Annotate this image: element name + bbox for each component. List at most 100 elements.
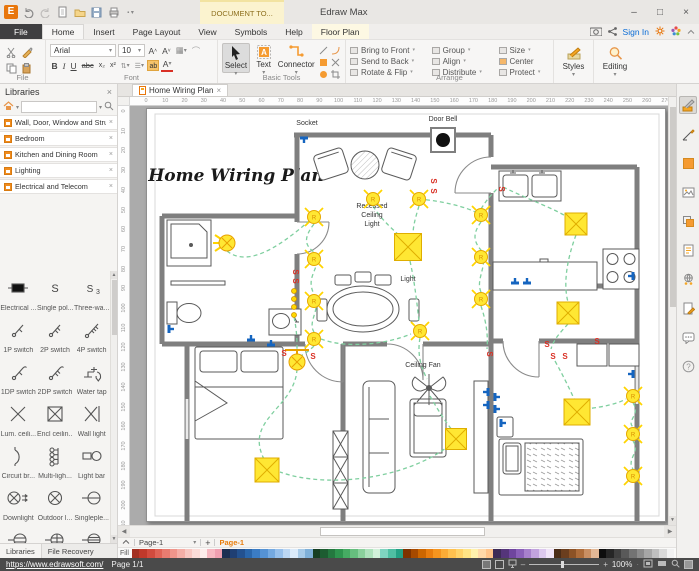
tab-libraries[interactable]: Libraries	[0, 544, 42, 558]
socket-symbol[interactable]	[168, 325, 175, 333]
recessed-light-symbol[interactable]: R	[624, 425, 642, 443]
fill-swatch[interactable]	[245, 549, 253, 558]
shrink-font-icon[interactable]: A˅	[161, 44, 173, 57]
line-spacing-icon[interactable]: ⇅▾	[119, 59, 131, 72]
fill-swatch[interactable]	[260, 549, 268, 558]
fill-swatch[interactable]	[155, 549, 163, 558]
ceiling-light-symbol[interactable]	[255, 458, 279, 482]
search-icon[interactable]	[104, 101, 114, 113]
socket-label[interactable]: Socket	[296, 120, 317, 127]
furniture[interactable]	[167, 147, 639, 509]
library-close-icon[interactable]: ×	[109, 183, 113, 190]
fill-swatch[interactable]	[207, 549, 215, 558]
fill-swatch[interactable]	[591, 549, 599, 558]
symbol-encl[interactable]: Encl ceilin...	[37, 397, 74, 439]
fill-swatch[interactable]	[200, 549, 208, 558]
fill-swatch[interactable]	[569, 549, 577, 558]
fill-swatch[interactable]	[667, 549, 675, 558]
styles-button[interactable]: Styles▾	[558, 43, 589, 78]
fill-swatch[interactable]	[524, 549, 532, 558]
drawing-viewport[interactable]: Home Wiring Plan	[130, 106, 668, 525]
fill-swatch[interactable]	[448, 549, 456, 558]
fill-swatch[interactable]	[637, 549, 645, 558]
snapshot-icon[interactable]	[590, 27, 602, 38]
horizontal-scrollbar-thumb[interactable]	[320, 527, 485, 536]
open-folder-icon[interactable]	[73, 6, 86, 19]
fill-swatch[interactable]	[230, 549, 238, 558]
fill-panel-icon[interactable]	[679, 154, 697, 172]
library-home-icon[interactable]	[3, 101, 14, 113]
light-label[interactable]: Light	[400, 276, 415, 283]
edraw-logo-icon[interactable]: E	[4, 5, 18, 19]
full-screen-icon[interactable]	[684, 560, 693, 569]
fill-swatch[interactable]	[531, 549, 539, 558]
more-commands-icon[interactable]: ▪ ▾	[124, 6, 137, 19]
library-search-input[interactable]	[21, 101, 97, 113]
recessed-light-symbol[interactable]: R	[472, 248, 490, 266]
library-close-icon[interactable]: ×	[109, 119, 113, 126]
fill-swatch[interactable]	[471, 549, 479, 558]
fill-swatch[interactable]	[252, 549, 260, 558]
bold-button[interactable]: B	[50, 59, 59, 72]
fill-swatch[interactable]	[659, 549, 667, 558]
fill-swatch[interactable]	[652, 549, 660, 558]
minimize-button[interactable]: –	[621, 0, 647, 24]
tab-file-recovery[interactable]: File Recovery	[42, 544, 100, 558]
switch-symbol[interactable]: S	[497, 186, 506, 192]
maximize-button[interactable]: □	[647, 0, 673, 24]
zoom-out-icon[interactable]: –	[521, 560, 525, 569]
fill-swatch[interactable]	[305, 549, 313, 558]
socket-symbol[interactable]	[494, 393, 501, 401]
socket-symbol[interactable]	[628, 370, 635, 378]
library-close-icon[interactable]: ×	[109, 151, 113, 158]
fill-swatch[interactable]	[298, 549, 306, 558]
fill-swatch[interactable]	[411, 549, 419, 558]
document-edit-panel-icon[interactable]	[679, 299, 697, 317]
fill-swatch[interactable]	[268, 549, 276, 558]
fill-swatch[interactable]	[373, 549, 381, 558]
recessed-light-symbol[interactable]: R	[305, 292, 323, 310]
symbol-dduplex[interactable]: Double D...	[37, 523, 74, 543]
zoom-in-icon[interactable]: +	[603, 560, 608, 569]
fill-swatch[interactable]	[584, 549, 592, 558]
pendant-lamp-hall[interactable]	[285, 350, 309, 370]
underline-button[interactable]: U	[69, 59, 78, 72]
fill-swatch[interactable]	[599, 549, 607, 558]
recessed-light-symbol[interactable]: R	[305, 250, 323, 268]
ceiling-light-symbol[interactable]	[557, 302, 579, 324]
symbol-down[interactable]: Downlight	[0, 481, 37, 523]
ceiling-light-symbol[interactable]	[446, 429, 467, 450]
page-tab-active[interactable]: Page-1	[219, 538, 244, 547]
fill-swatch[interactable]	[275, 549, 283, 558]
fill-swatch[interactable]	[162, 549, 170, 558]
text-style-icon[interactable]: ▦▾	[174, 44, 188, 57]
connector-tool-button[interactable]: Connector▾	[278, 43, 315, 73]
symbol-single[interactable]: Singleple...	[73, 481, 110, 523]
symbol-sw1[interactable]: 1P switch	[0, 313, 37, 355]
menu-help[interactable]: Help	[276, 24, 311, 39]
highlight-color-button[interactable]: ab	[147, 60, 159, 71]
subscript-button[interactable]: x₂	[97, 59, 106, 72]
fill-swatch[interactable]	[335, 549, 343, 558]
cut-icon[interactable]	[4, 45, 18, 59]
recessed-light-symbol[interactable]: R	[410, 190, 428, 208]
font-size-select[interactable]: 10▾	[118, 44, 145, 57]
fill-swatch[interactable]	[313, 549, 321, 558]
library-item-wall-door-window[interactable]: Wall, Door, Window and Structure×	[0, 115, 117, 130]
menu-home[interactable]: Home	[42, 24, 85, 39]
strikethrough-button[interactable]: abc	[80, 59, 95, 72]
scrollbar-thumb[interactable]	[112, 280, 117, 335]
switch-symbol[interactable]: S	[291, 278, 300, 284]
help-panel-icon[interactable]: ?	[679, 357, 697, 375]
door-bell-label[interactable]: Door Bell	[429, 116, 458, 123]
symbol-lightbar[interactable]: Light bar	[73, 439, 110, 481]
symbol-outd[interactable]: Outdoor l...	[37, 481, 74, 523]
text-tool-button[interactable]: A Text▾	[250, 43, 278, 73]
fill-swatch[interactable]	[546, 549, 554, 558]
fill-swatch[interactable]	[350, 549, 358, 558]
close-button[interactable]: ×	[673, 0, 699, 24]
libraries-close-icon[interactable]: ×	[107, 87, 112, 97]
recessed-light-symbol[interactable]: R	[472, 206, 490, 224]
add-page-button[interactable]: +	[205, 538, 210, 548]
library-close-icon[interactable]: ×	[109, 135, 113, 142]
